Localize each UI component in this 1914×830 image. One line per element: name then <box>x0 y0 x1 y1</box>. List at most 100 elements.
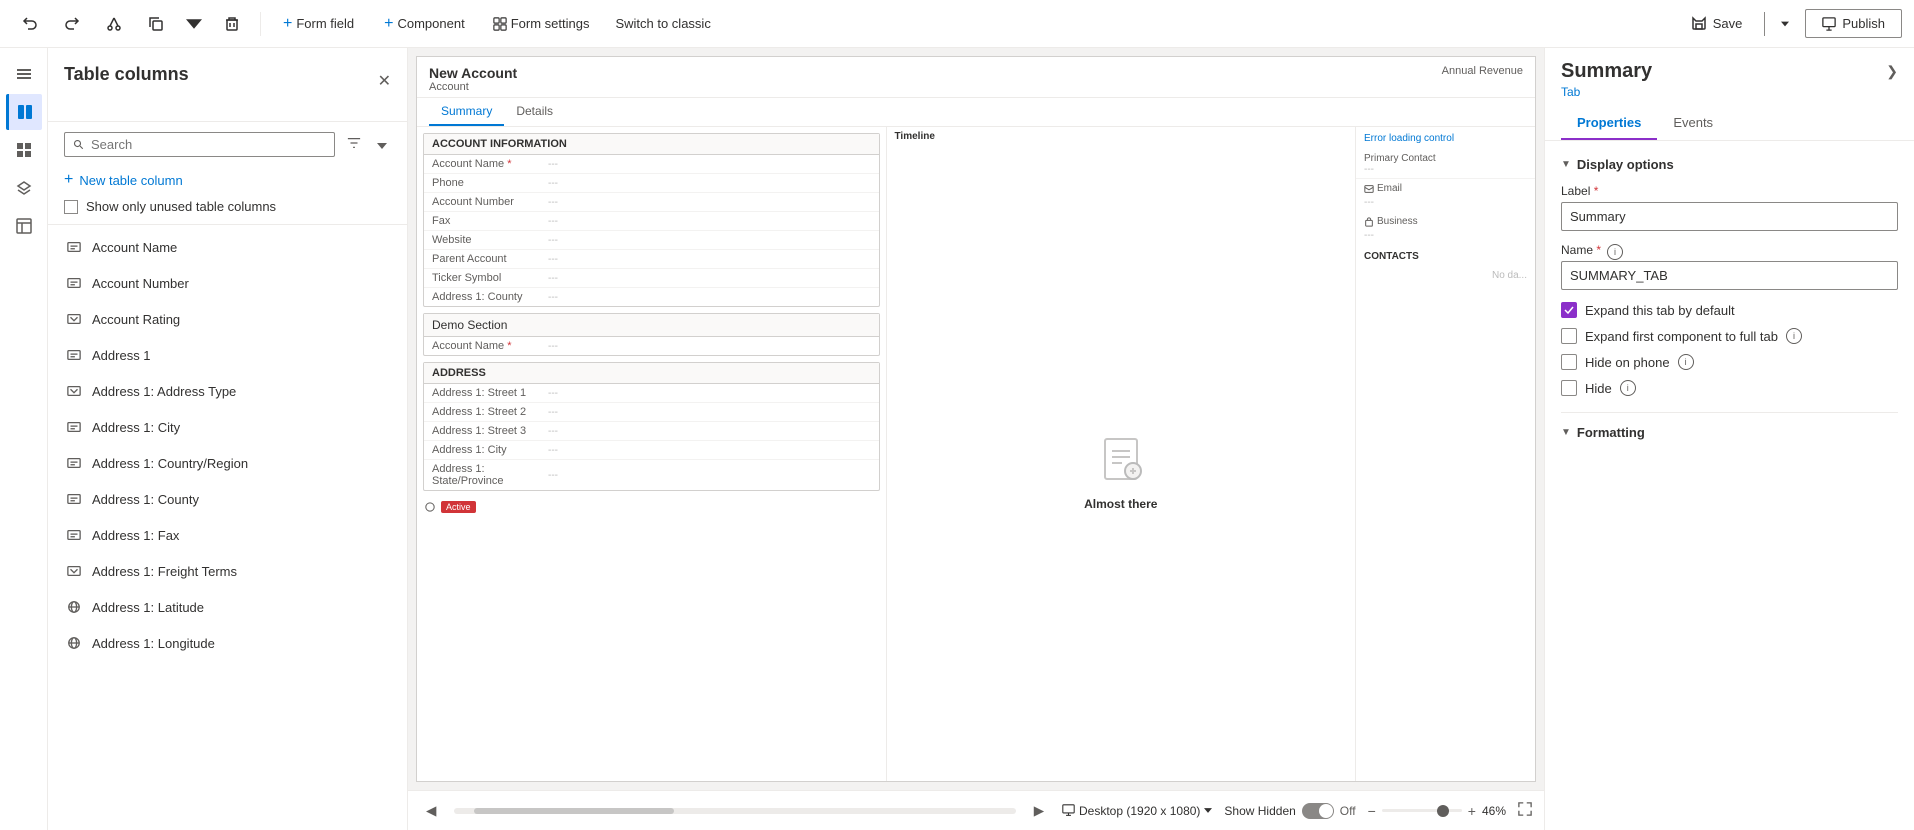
list-item[interactable]: Address 1: Fax <box>48 517 407 553</box>
expand-tab-label[interactable]: Expand this tab by default <box>1585 303 1735 318</box>
sidebar-close-button[interactable]: ✕ <box>378 71 391 91</box>
name-input[interactable] <box>1561 261 1898 290</box>
show-unused-row: Show only unused table columns <box>48 195 407 225</box>
demo-section-header: Demo Section <box>424 314 879 337</box>
list-item[interactable]: Address 1: City <box>48 409 407 445</box>
cut-button[interactable] <box>96 10 132 38</box>
redo-button[interactable] <box>54 10 90 38</box>
name-info-icon[interactable]: i <box>1607 244 1623 260</box>
column-name: Account Name <box>92 240 177 255</box>
hide-info-icon[interactable]: i <box>1620 380 1636 396</box>
switch-to-classic-button[interactable]: Switch to classic <box>605 10 720 37</box>
save-dropdown-button[interactable] <box>1773 14 1797 34</box>
nav-columns-icon[interactable] <box>6 94 42 130</box>
delete-button[interactable] <box>214 10 250 38</box>
field-label: Address 1: City <box>432 444 542 456</box>
field-value: --- <box>548 407 558 418</box>
scroll-right-button[interactable]: ▶ <box>1028 801 1050 821</box>
label-required-indicator: * <box>1594 184 1599 198</box>
search-input[interactable] <box>91 137 326 152</box>
nav-table-icon[interactable] <box>6 208 42 244</box>
list-item[interactable]: Address 1: Freight Terms <box>48 553 407 589</box>
tab-summary[interactable]: Summary <box>429 98 504 126</box>
primary-contact-label: Primary Contact <box>1364 153 1527 164</box>
list-item[interactable]: Account Number <box>48 265 407 301</box>
column-name: Address 1: Longitude <box>92 636 215 651</box>
component-label: Component <box>397 16 464 31</box>
tab-properties[interactable]: Properties <box>1561 107 1657 140</box>
list-item[interactable]: Address 1: Longitude <box>48 625 407 661</box>
horizontal-scrollbar[interactable] <box>454 808 1016 814</box>
list-item[interactable]: Address 1: Address Type <box>48 373 407 409</box>
business-icon-row: Business <box>1356 212 1535 229</box>
add-component-button[interactable]: + Component <box>372 9 477 39</box>
form-subtitle: Account <box>429 81 1523 93</box>
zoom-minus-button[interactable]: − <box>1368 803 1376 819</box>
tab-details[interactable]: Details <box>504 98 565 126</box>
new-table-column-button[interactable]: + New table column <box>48 165 407 195</box>
text-column-icon <box>64 237 84 257</box>
no-data-label: No da... <box>1356 266 1535 285</box>
field-label: Parent Account <box>432 253 542 265</box>
more-dropdown-button[interactable] <box>180 12 208 36</box>
expand-tab-checkbox[interactable] <box>1561 302 1577 318</box>
form-preview: New Account Account Annual Revenue Summa… <box>416 56 1536 782</box>
list-item[interactable]: Address 1: Country/Region <box>48 445 407 481</box>
filter-button[interactable] <box>343 132 365 157</box>
expand-first-label[interactable]: Expand first component to full tab <box>1585 329 1778 344</box>
nav-grid-icon[interactable] <box>6 132 42 168</box>
nav-menu-icon[interactable] <box>6 56 42 92</box>
column-name: Address 1 <box>92 348 151 363</box>
formatting-chevron[interactable]: ▼ <box>1561 427 1571 438</box>
list-item[interactable]: Address 1: Latitude <box>48 589 407 625</box>
add-form-field-button[interactable]: + Form field <box>271 9 366 39</box>
error-loading-control[interactable]: Error loading control <box>1356 127 1535 150</box>
hide-on-phone-checkbox[interactable] <box>1561 354 1577 370</box>
label-input[interactable] <box>1561 202 1898 231</box>
publish-button[interactable]: Publish <box>1805 9 1902 38</box>
rp-body: ▼ Display options Label * Name <box>1545 141 1914 830</box>
hide-on-phone-label[interactable]: Hide on phone <box>1585 355 1670 370</box>
fit-screen-button[interactable] <box>1518 802 1532 819</box>
zoom-plus-button[interactable]: + <box>1468 803 1476 819</box>
hide-checkbox[interactable] <box>1561 380 1577 396</box>
rp-title-row: Summary ❯ <box>1561 60 1898 83</box>
column-name: Address 1: County <box>92 492 199 507</box>
scroll-left-button[interactable]: ◀ <box>420 801 442 821</box>
column-name: Address 1: Fax <box>92 528 179 543</box>
account-info-section: ACCOUNT INFORMATION Account Name * --- P… <box>423 133 880 307</box>
list-item[interactable]: Account Name <box>48 229 407 265</box>
show-unused-label[interactable]: Show only unused table columns <box>86 199 276 214</box>
expand-first-checkbox[interactable] <box>1561 328 1577 344</box>
list-item[interactable]: Address 1 <box>48 337 407 373</box>
desktop-label: Desktop (1920 x 1080) <box>1079 804 1200 818</box>
field-value: --- <box>548 159 558 170</box>
zoom-slider[interactable] <box>1382 809 1462 812</box>
desktop-select-button[interactable]: Desktop (1920 x 1080) <box>1062 804 1212 818</box>
timeline-column: Timeline Almost there <box>886 127 1356 781</box>
field-value: --- <box>548 235 558 246</box>
copy-button[interactable] <box>138 10 174 38</box>
hide-on-phone-info-icon[interactable]: i <box>1678 354 1694 370</box>
form-body: ACCOUNT INFORMATION Account Name * --- P… <box>417 127 1535 781</box>
show-hidden-toggle[interactable] <box>1302 803 1334 819</box>
scrollbar-thumb <box>474 808 674 814</box>
rp-collapse-button[interactable]: ❯ <box>1886 63 1898 80</box>
field-row: Address 1: Street 2 --- <box>424 403 879 422</box>
collapse-chevron[interactable]: ▼ <box>1561 159 1571 170</box>
field-value: --- <box>548 273 558 284</box>
show-unused-checkbox[interactable] <box>64 200 78 214</box>
undo-button[interactable] <box>12 10 48 38</box>
field-value: --- <box>548 197 558 208</box>
expand-first-info-icon[interactable]: i <box>1786 328 1802 344</box>
list-item[interactable]: Account Rating <box>48 301 407 337</box>
save-button[interactable]: Save <box>1677 10 1757 38</box>
sort-dropdown-button[interactable] <box>373 133 391 156</box>
business-label: Business <box>1377 216 1418 227</box>
hide-label[interactable]: Hide <box>1585 381 1612 396</box>
tab-events[interactable]: Events <box>1657 107 1729 140</box>
zoom-thumb <box>1437 805 1449 817</box>
nav-layers-icon[interactable] <box>6 170 42 206</box>
form-settings-button[interactable]: Form settings <box>483 10 600 37</box>
list-item[interactable]: Address 1: County <box>48 481 407 517</box>
